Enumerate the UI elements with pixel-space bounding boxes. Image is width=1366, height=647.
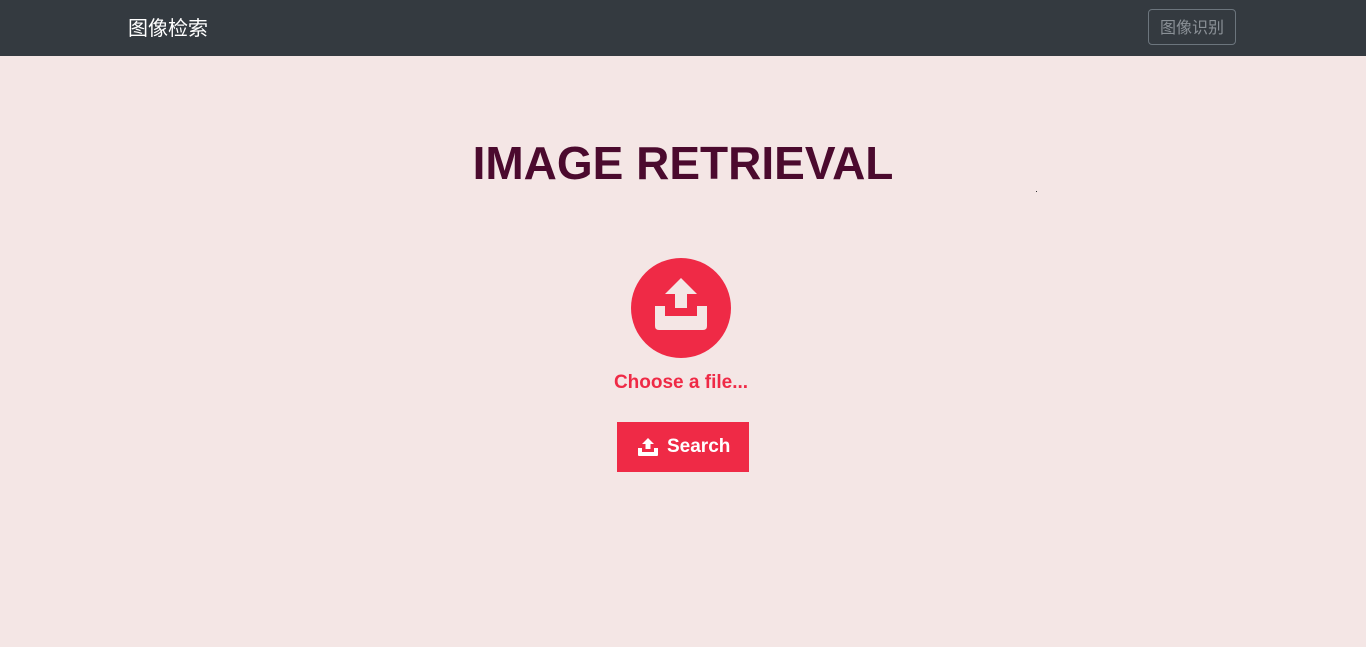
upload-icon [638,438,658,456]
page-title: IMAGE RETRIEVAL [472,137,894,189]
file-upload-area[interactable]: Choose a file... [583,258,779,398]
navbar-brand[interactable]: 图像检索 [128,14,208,42]
upload-circle[interactable] [631,258,731,358]
upload-tray-icon [655,278,707,330]
stray-dot [1036,191,1037,192]
navbar: 图像检索 图像识别 [0,0,1366,56]
image-recognition-button[interactable]: 图像识别 [1148,9,1236,45]
search-button[interactable]: Search [617,422,749,472]
search-button-label: Search [667,436,731,457]
choose-file-label[interactable]: Choose a file... [583,370,779,396]
